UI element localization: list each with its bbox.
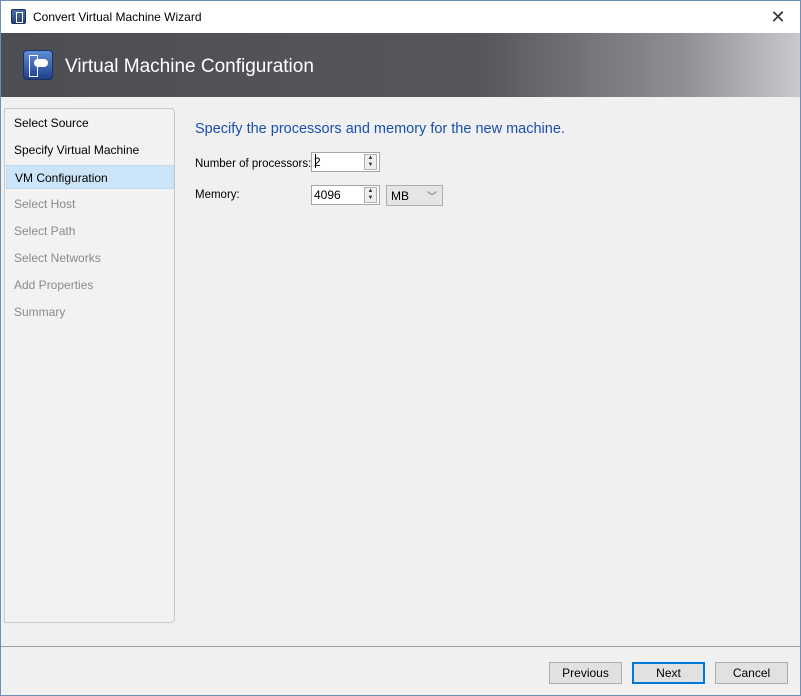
next-button[interactable]: Next — [632, 662, 705, 684]
cancel-button[interactable]: Cancel — [715, 662, 788, 684]
header-banner: Virtual Machine Configuration — [1, 33, 800, 97]
memory-unit-value: MB — [391, 189, 409, 203]
step-select-source[interactable]: Select Source — [6, 111, 174, 135]
spin-up-icon[interactable]: ▲ — [365, 155, 376, 162]
step-specify-identity[interactable]: Specify Virtual Machine Identity — [6, 138, 174, 181]
step-select-host: Select Host — [14, 197, 76, 211]
memory-label: Memory: — [195, 189, 240, 201]
wizard-window: Convert Virtual Machine Wizard ✕ Virtual… — [0, 0, 801, 696]
memory-unit-select[interactable]: MB ﹀ — [386, 185, 443, 206]
step-summary: Summary — [14, 305, 66, 319]
step-select-path: Select Path — [14, 224, 76, 238]
footer-divider — [1, 646, 800, 647]
previous-button[interactable]: Previous — [549, 662, 622, 684]
section-heading: Specify the processors and memory for th… — [195, 121, 565, 137]
step-add-properties: Add Properties — [14, 278, 94, 292]
text-caret — [315, 154, 316, 168]
server-cloud-icon — [23, 50, 53, 80]
page-title: Virtual Machine Configuration — [65, 56, 314, 77]
processors-stepper[interactable]: 2 ▲ ▼ — [311, 152, 380, 172]
spin-down-icon[interactable]: ▼ — [365, 195, 376, 202]
title-bar: Convert Virtual Machine Wizard ✕ — [1, 1, 800, 33]
close-button[interactable]: ✕ — [766, 5, 790, 29]
steps-sidebar: Select Source Specify Virtual Machine Id… — [4, 108, 175, 623]
memory-stepper[interactable]: 4096 ▲ ▼ — [311, 185, 380, 205]
chevron-down-icon: ﹀ — [427, 192, 437, 203]
processors-label: Number of processors: — [195, 158, 312, 170]
step-vm-configuration[interactable]: VM Configuration — [6, 165, 174, 189]
spin-down-icon[interactable]: ▼ — [365, 162, 376, 169]
app-icon — [11, 9, 26, 24]
memory-value[interactable]: 4096 — [314, 188, 341, 202]
window-title: Convert Virtual Machine Wizard — [33, 10, 202, 24]
spin-up-icon[interactable]: ▲ — [365, 188, 376, 195]
step-select-networks: Select Networks — [14, 251, 101, 265]
